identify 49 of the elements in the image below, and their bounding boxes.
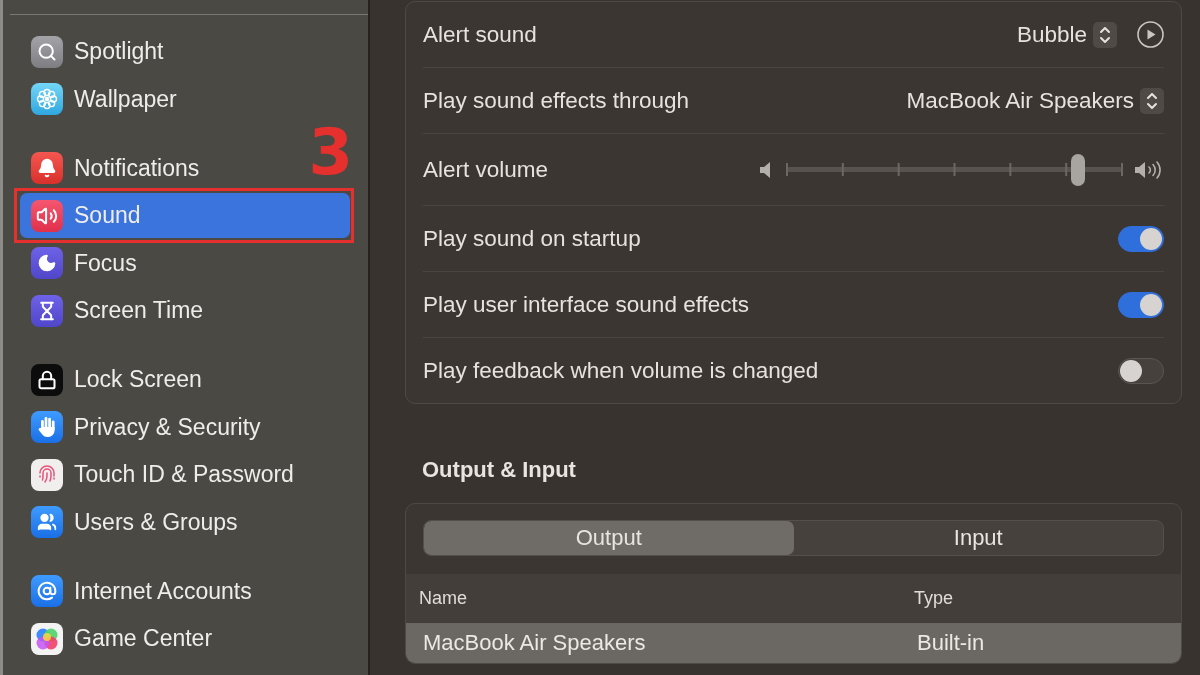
hand-icon [31,411,63,444]
sidebar-item[interactable]: Focus [20,240,350,286]
speaker-high-icon [1135,160,1164,179]
sidebar-item[interactable]: Wallpaper [20,76,350,122]
people-icon [31,506,63,539]
table-cell: MacBook Air Speakers [423,630,646,656]
slider-thumb[interactable] [1071,153,1086,186]
hourglass-icon [31,294,63,327]
stepper-icon [1093,21,1117,48]
table-cell: Built-in [917,630,985,656]
play-icon [1137,21,1164,48]
sidebar-item[interactable]: Spotlight [20,29,350,75]
flower-icon [31,83,63,116]
column-header: Name [419,588,467,609]
section-heading: Output & Input [422,457,576,483]
setting-label: Play sound on startup [423,225,641,252]
sidebar-item[interactable]: Privacy & Security [20,404,350,450]
table-row[interactable]: MacBook Air Speakers Built-in [406,623,1181,663]
sidebar-item[interactable]: Users & Groups [20,499,350,545]
toggle-switch[interactable] [1118,225,1164,252]
step-number: 3 [308,125,353,178]
segment-tab[interactable]: Input [793,521,1163,555]
speaker-icon [31,199,63,232]
bell-icon [31,152,63,185]
setting-label: Alert sound [423,21,537,48]
sidebar-item[interactable]: Lock Screen [20,357,350,403]
setting-label: Play user interface sound effects [423,291,750,318]
toggle-switch[interactable] [1118,357,1164,384]
sidebar-item[interactable]: Touch ID & Password [20,452,350,498]
setting-label: Play sound effects through [423,87,689,114]
fingerprint-icon [31,458,63,491]
sidebar-item[interactable]: Screen Time [20,288,350,334]
circles-icon [31,622,63,655]
at-sign-icon [31,575,63,608]
search-icon [31,35,63,68]
popup-button[interactable]: Bubble [1016,21,1117,48]
stepper-icon [1140,87,1164,114]
toggle-switch[interactable] [1118,291,1164,318]
sidebar-item[interactable]: Sound [20,193,350,239]
moon-icon [31,247,63,280]
segment-tab[interactable]: Output [424,521,794,555]
column-header: Type [914,588,954,609]
lock-icon [31,363,63,396]
setting-label: Play feedback when volume is changed [423,357,819,384]
sidebar-item[interactable]: Game Center [20,616,350,662]
sidebar-item[interactable]: Internet Accounts [20,568,350,614]
play-button[interactable] [1137,21,1164,48]
setting-label: Alert volume [423,156,549,183]
popup-button[interactable]: MacBook Air Speakers [906,87,1164,114]
